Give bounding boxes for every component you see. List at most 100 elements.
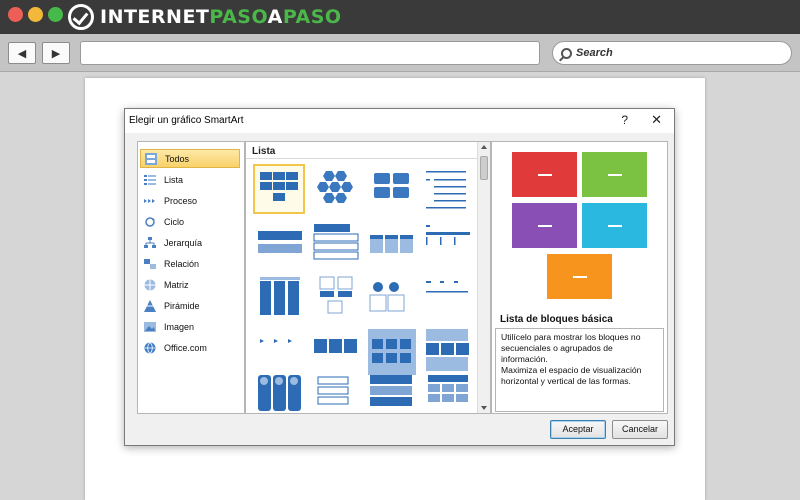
divider (246, 158, 478, 159)
scroll-up-arrow-icon[interactable] (481, 145, 487, 149)
layout-thumbnail-box-list[interactable] (309, 372, 361, 422)
layout-thumbnail-square-blocks[interactable] (309, 326, 361, 376)
gallery-scrollbar[interactable] (477, 142, 490, 413)
layout-thumbnail-grouped-list[interactable] (365, 218, 417, 268)
scroll-down-arrow-icon[interactable] (481, 406, 487, 410)
box-list-icon (317, 376, 349, 405)
vertical-columns-icon (260, 277, 300, 315)
image-icon (144, 321, 156, 332)
category-piramide[interactable]: Pirámide (140, 296, 240, 315)
category-office-com[interactable]: Office.com (140, 338, 240, 357)
preview-block-orange (547, 254, 612, 299)
layout-thumbnail-tall-columns[interactable] (253, 372, 305, 422)
layout-thumbnail-dotted-list[interactable] (421, 272, 473, 322)
category-ciclo[interactable]: Ciclo (140, 212, 240, 231)
layout-thumbnail-timeline-list[interactable] (421, 218, 473, 268)
layout-thumbnail-lined-list[interactable] (421, 164, 473, 214)
pyramid-icon (144, 299, 156, 312)
category-label: Office.com (164, 342, 207, 353)
layout-thumbnail-horizontal-bars[interactable] (253, 218, 305, 268)
layout-thumbnail-basic-block-list[interactable] (253, 164, 305, 214)
back-arrow-icon: ◀ (17, 47, 27, 60)
preview-block-green (582, 152, 647, 197)
layout-thumbnail-framed-grid[interactable] (365, 326, 417, 376)
minimize-window-button[interactable] (28, 7, 43, 22)
preview-block-red (512, 152, 577, 197)
matrix-icon (144, 279, 156, 290)
logo-text-internet: INTERNET (100, 6, 210, 28)
smartart-gallery: Lista (245, 141, 491, 414)
browser-toolbar: ◀ ▶ (0, 34, 800, 72)
category-relacion[interactable]: Relación (140, 254, 240, 273)
lined-list-icon (426, 171, 466, 209)
description-line: Utilícelo para mostrar los bloques no (501, 332, 641, 342)
dialog-titlebar: Elegir un gráfico SmartArt ? ✕ (125, 109, 674, 133)
category-label: Ciclo (164, 216, 185, 227)
description-line: horizontal y vertical de las formas. (501, 376, 631, 386)
accept-button[interactable]: Aceptar (550, 420, 606, 439)
category-label: Proceso (164, 195, 198, 206)
category-label: Imagen (164, 321, 195, 332)
forward-arrow-icon: ▶ (51, 47, 61, 60)
cancel-button[interactable]: Cancelar (612, 420, 668, 439)
framed-grid-icon (368, 329, 416, 375)
search-icon (561, 47, 572, 59)
stacked-list-icon (313, 224, 359, 260)
category-label: Relación (164, 258, 200, 269)
close-window-button[interactable] (8, 7, 23, 22)
layout-thumbnail-grid-table[interactable] (421, 372, 473, 422)
scroll-thumb[interactable] (480, 156, 488, 180)
logo-text-a: A (267, 6, 283, 28)
layout-thumbnail-picture-blocks[interactable] (309, 272, 361, 322)
category-label: Todos (165, 153, 190, 164)
smartart-dialog: Elegir un gráfico SmartArt ? ✕ Todos Lis… (124, 108, 675, 446)
tall-columns-icon (258, 375, 301, 411)
stacked-bars-icon (370, 375, 412, 406)
layout-thumbnail-tabbed-grid[interactable] (421, 326, 473, 376)
list-icon (144, 174, 156, 185)
search-box[interactable] (552, 41, 792, 65)
forward-button[interactable]: ▶ (42, 42, 70, 64)
preview-title: Lista de bloques básica (500, 314, 613, 325)
category-proceso[interactable]: Proceso (140, 191, 240, 210)
layout-thumbnail-stacked-list[interactable] (309, 218, 361, 268)
category-jerarquia[interactable]: Jerarquía (140, 233, 240, 252)
dialog-title: Elegir un gráfico SmartArt (129, 115, 244, 126)
help-button[interactable]: ? (621, 113, 628, 127)
layout-thumbnail-rounded-blocks[interactable] (365, 164, 417, 214)
category-lista[interactable]: Lista (140, 170, 240, 189)
description-line: secuenciales o agrupados de información. (501, 343, 613, 364)
logo-text: INTERNETPASOAPASO (100, 6, 342, 28)
preview-dash (537, 173, 552, 176)
layout-thumbnail-circle-labels[interactable] (365, 272, 417, 322)
maximize-window-button[interactable] (48, 7, 63, 22)
url-bar[interactable] (80, 41, 540, 65)
preview-block-purple (512, 203, 577, 248)
tabbed-grid-icon (426, 329, 469, 371)
layout-thumbnail-hexagon-cluster[interactable] (309, 164, 361, 214)
hexagon-cluster-icon (317, 171, 353, 203)
horizontal-bars-icon (258, 231, 302, 253)
category-list: Todos Lista Proceso Ciclo Jerarquía Rela… (137, 141, 245, 414)
back-button[interactable]: ◀ (8, 42, 36, 64)
category-matriz[interactable]: Matriz (140, 275, 240, 294)
category-label: Pirámide (164, 300, 200, 311)
category-todos[interactable]: Todos (140, 149, 240, 168)
picture-blocks-icon (319, 276, 353, 314)
layout-thumbnail-vertical-columns[interactable] (253, 272, 305, 322)
site-logo: INTERNETPASOAPASO (68, 3, 342, 31)
search-input[interactable] (576, 47, 776, 59)
preview-dash (572, 275, 587, 278)
arrow-markers-icon (260, 339, 292, 343)
circle-labels-icon (369, 282, 405, 312)
process-icon (144, 198, 155, 203)
hierarchy-icon (144, 236, 156, 248)
layout-thumbnail-stacked-bars[interactable] (365, 372, 417, 422)
close-dialog-button[interactable]: ✕ (651, 112, 662, 128)
browser-titlebar: INTERNETPASOAPASO (0, 0, 800, 34)
layout-thumbnail-arrow-markers[interactable] (253, 326, 305, 376)
preview-panel: Lista de bloques básica Utilícelo para m… (491, 141, 668, 414)
category-label: Matriz (164, 279, 189, 290)
category-imagen[interactable]: Imagen (140, 317, 240, 336)
timeline-list-icon (426, 225, 470, 245)
